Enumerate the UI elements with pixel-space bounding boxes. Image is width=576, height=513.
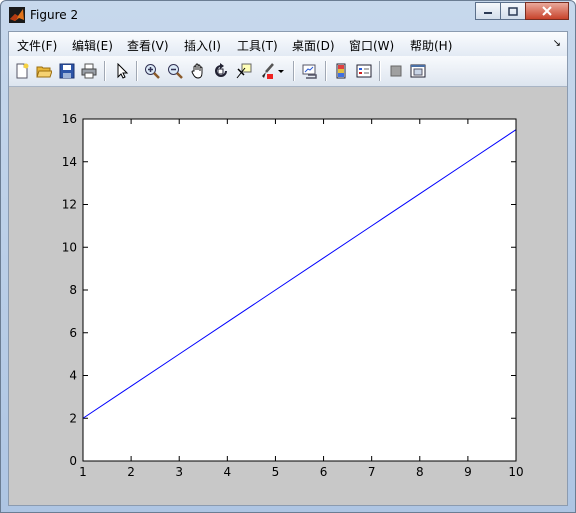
- print-button[interactable]: [79, 61, 99, 81]
- y-tick-label: 12: [62, 198, 77, 212]
- x-tick-label: 10: [508, 465, 523, 479]
- y-tick-label: 2: [69, 411, 77, 425]
- menu-view[interactable]: 查看(V): [127, 37, 169, 54]
- open-folder-icon: [36, 66, 52, 78]
- menu-file[interactable]: 文件(F): [17, 37, 57, 54]
- link-plot-button[interactable]: [300, 61, 320, 81]
- minimize-icon: [484, 12, 492, 14]
- toolbar-separator: [104, 61, 106, 81]
- toolbar-separator: [293, 61, 295, 81]
- y-tick-label: 0: [69, 454, 77, 468]
- y-tick-label: 14: [62, 155, 77, 169]
- show-plot-tools-icon: [410, 64, 426, 78]
- menu-tools[interactable]: 工具(T): [237, 37, 278, 54]
- x-tick-label: 6: [320, 465, 328, 479]
- toolbar-separator: [379, 61, 381, 81]
- data-cursor-button[interactable]: [234, 61, 254, 81]
- x-tick-label: 4: [224, 465, 232, 479]
- x-tick-label: 8: [416, 465, 424, 479]
- x-tick-label: 1: [79, 465, 87, 479]
- close-icon: [542, 6, 552, 16]
- matlab-icon: [9, 7, 25, 23]
- minimize-button[interactable]: [475, 2, 501, 20]
- new-figure-button[interactable]: [12, 61, 32, 81]
- menu-bar: 文件(F) 编辑(E) 查看(V) 插入(I) 工具(T) 桌面(D) 窗口(W…: [9, 32, 567, 56]
- y-tick-label: 6: [69, 326, 77, 340]
- brush-icon: [262, 63, 274, 79]
- link-plot-icon: [302, 64, 317, 79]
- insert-legend-button[interactable]: [354, 61, 374, 81]
- x-tick-label: 7: [368, 465, 376, 479]
- menu-overflow-icon[interactable]: ↘: [553, 38, 561, 49]
- menu-desktop[interactable]: 桌面(D): [292, 37, 335, 54]
- edit-plot-button[interactable]: [112, 61, 132, 81]
- figure-window: Figure 2 文件(F) 编辑(E) 查看(V) 插入(I) 工具(T) 桌…: [0, 0, 576, 513]
- brush-dropdown[interactable]: [275, 61, 287, 81]
- save-button[interactable]: [57, 61, 77, 81]
- insert-colorbar-button[interactable]: [331, 61, 351, 81]
- x-tick-label: 3: [175, 465, 183, 479]
- x-tick-label: 5: [272, 465, 280, 479]
- colorbar-icon: [336, 63, 346, 79]
- y-tick-label: 10: [62, 240, 77, 254]
- zoom-out-button[interactable]: [165, 61, 185, 81]
- arrow-cursor-icon: [117, 63, 129, 79]
- figure-canvas: 1 2 3 4 5 6 7 8 9 10 0 2 4 6 8 10 12 14 16: [9, 87, 567, 505]
- data-cursor-icon: [236, 63, 252, 79]
- save-icon: [59, 63, 75, 79]
- maximize-button[interactable]: [500, 2, 526, 20]
- line-chart[interactable]: 1 2 3 4 5 6 7 8 9 100246810121416: [9, 87, 567, 505]
- x-tick-label: 9: [464, 465, 472, 479]
- zoom-in-icon: [145, 64, 160, 79]
- show-plot-tools-button[interactable]: [408, 61, 428, 81]
- zoom-out-icon: [168, 64, 183, 79]
- hand-icon: [191, 63, 203, 79]
- window-title: Figure 2: [30, 8, 79, 22]
- menu-edit[interactable]: 编辑(E): [72, 37, 113, 54]
- toolbar-separator: [136, 61, 138, 81]
- pan-button[interactable]: [188, 61, 208, 81]
- figure-client-area: 文件(F) 编辑(E) 查看(V) 插入(I) 工具(T) 桌面(D) 窗口(W…: [8, 31, 568, 506]
- rotate-icon: [215, 63, 227, 77]
- menu-insert[interactable]: 插入(I): [184, 37, 221, 54]
- hide-plot-tools-icon: [390, 65, 402, 77]
- y-tick-label: 4: [69, 369, 77, 383]
- title-bar[interactable]: Figure 2: [1, 1, 575, 31]
- toolbar-separator: [325, 61, 327, 81]
- zoom-in-button[interactable]: [142, 61, 162, 81]
- maximize-icon: [508, 6, 518, 16]
- close-button[interactable]: [525, 2, 569, 20]
- menu-help[interactable]: 帮助(H): [410, 37, 452, 54]
- x-tick-label: 2: [127, 465, 135, 479]
- rotate-3d-button[interactable]: [211, 61, 231, 81]
- figure-toolbar: [9, 56, 567, 87]
- legend-icon: [356, 64, 372, 78]
- y-tick-label: 16: [62, 112, 77, 126]
- plot-area: [83, 119, 516, 461]
- hide-plot-tools-button[interactable]: [386, 61, 406, 81]
- brush-button[interactable]: [257, 61, 277, 81]
- chevron-down-icon: [278, 70, 284, 73]
- printer-icon: [81, 63, 97, 79]
- new-file-icon: [16, 63, 29, 79]
- menu-window[interactable]: 窗口(W): [349, 37, 394, 54]
- y-tick-label: 8: [69, 283, 77, 297]
- open-file-button[interactable]: [34, 61, 54, 81]
